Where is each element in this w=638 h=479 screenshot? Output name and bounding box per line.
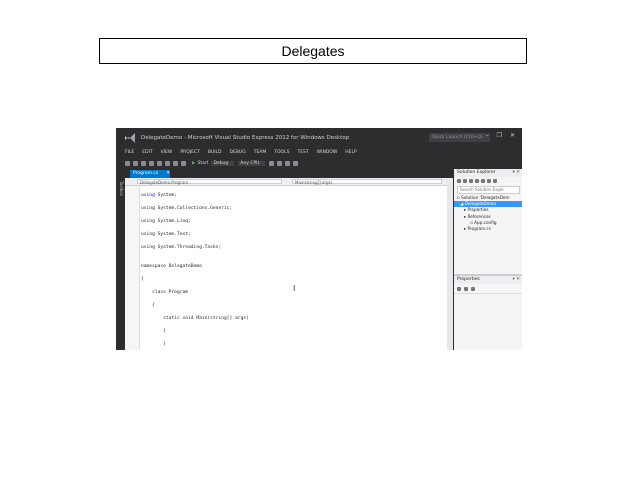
forward-icon[interactable]: [133, 160, 138, 166]
find-icon[interactable]: [269, 160, 275, 166]
menu-bar: FILE EDIT VIEW PROJECT BUILD DEBUG TEAM …: [116, 148, 522, 157]
solution-explorer-empty-area: [454, 232, 522, 276]
close-tab-icon[interactable]: ✕: [166, 171, 170, 176]
collapse-all-icon[interactable]: [487, 179, 491, 183]
menu-test[interactable]: TEST: [297, 150, 308, 155]
code-line: {: [141, 329, 166, 334]
configuration-select[interactable]: Debug: [211, 160, 235, 166]
back-icon[interactable]: [125, 160, 130, 166]
alphabetical-icon[interactable]: [464, 286, 468, 291]
solution-explorer-search[interactable]: Search Solution Explo: [457, 186, 520, 194]
panel-options-icon[interactable]: ▾ ✕: [513, 276, 520, 284]
menu-help[interactable]: HELP: [345, 150, 356, 155]
slide-title: Delegates: [99, 38, 527, 64]
refresh-icon[interactable]: [481, 179, 485, 183]
back-icon[interactable]: [457, 179, 461, 183]
tab-label: Program.cs: [133, 171, 159, 176]
vs-window-title: DelegateDemo - Microsoft Visual Studio E…: [141, 135, 350, 141]
menu-team[interactable]: TEAM: [254, 150, 267, 155]
code-line: using System.Text;: [141, 231, 191, 237]
visual-studio-screenshot: DelegateDemo - Microsoft Visual Studio E…: [116, 128, 522, 350]
properties-header: Properties ▾ ✕: [454, 275, 522, 285]
code-line: using System;: [141, 192, 177, 198]
properties-icon[interactable]: [493, 179, 497, 183]
menu-project[interactable]: PROJECT: [180, 150, 199, 155]
toolbox-strip[interactable]: Toolbox: [116, 169, 125, 350]
code-line: using System.Linq;: [141, 218, 191, 224]
panel-options-icon[interactable]: ▾ ✕: [513, 169, 520, 177]
bookmark-icon[interactable]: [277, 160, 283, 166]
solution-explorer-header: Solution Explorer ▾ ✕: [454, 169, 522, 177]
save-icon[interactable]: [157, 160, 162, 166]
code-line: {: [141, 303, 155, 308]
save-all-icon[interactable]: [165, 160, 170, 166]
menu-debug[interactable]: DEBUG: [230, 150, 246, 155]
menu-build[interactable]: BUILD: [208, 150, 222, 155]
code-line: }: [141, 342, 166, 347]
code-line: using System.Threading.Tasks;: [141, 244, 222, 250]
code-listing: using System; using System.Collections.G…: [141, 186, 249, 350]
type-dropdown[interactable]: DelegateDemo.Program: [137, 179, 282, 185]
document-tab-well: Program.cs ✕: [125, 169, 453, 178]
menu-file[interactable]: FILE: [125, 150, 134, 155]
ibeam-cursor-icon: I: [293, 284, 296, 293]
forward-icon[interactable]: [463, 179, 467, 183]
undo-icon[interactable]: [173, 160, 178, 166]
properties-toolbar: [454, 284, 522, 295]
start-debugging-button[interactable]: Start: [192, 161, 208, 166]
code-line: class Program: [141, 290, 189, 295]
code-line: {: [141, 277, 144, 282]
tab-program-cs[interactable]: Program.cs ✕: [130, 170, 170, 178]
toolbox-label: Toolbox: [119, 181, 124, 196]
categorized-icon[interactable]: [457, 286, 461, 291]
menu-edit[interactable]: EDIT: [142, 150, 152, 155]
menu-view[interactable]: VIEW: [161, 150, 173, 155]
menu-tools[interactable]: TOOLS: [274, 150, 289, 155]
standard-toolbar: Start Debug Any CPU: [116, 157, 522, 169]
home-icon[interactable]: [469, 179, 473, 183]
comment-icon[interactable]: [285, 160, 291, 166]
member-dropdown[interactable]: Main(string[] args): [292, 179, 442, 185]
solution-explorer-toolbar: [454, 177, 522, 185]
navigation-bar: DelegateDemo.Program Main(string[] args): [125, 178, 453, 186]
uncomment-icon[interactable]: [293, 160, 299, 166]
window-controls[interactable]: – ❐ ✕: [486, 132, 518, 139]
quick-launch-input[interactable]: Quick Launch (Ctrl+Q): [429, 133, 490, 142]
redo-icon[interactable]: [181, 160, 186, 166]
code-line: namespace DelegateDemo: [141, 264, 202, 269]
properties-title: Properties: [457, 277, 480, 283]
sync-icon[interactable]: [475, 179, 479, 183]
editor-gutter: [125, 186, 140, 350]
code-line: using System.Collections.Generic;: [141, 205, 233, 211]
solution-explorer-title: Solution Explorer: [457, 170, 496, 175]
wrench-icon[interactable]: [471, 286, 475, 291]
visual-studio-logo-icon: [125, 133, 135, 143]
open-file-icon[interactable]: [149, 160, 154, 166]
new-project-icon[interactable]: [141, 160, 146, 166]
code-editor[interactable]: DelegateDemo.Program Main(string[] args)…: [125, 178, 453, 350]
code-text-area[interactable]: using System; using System.Collections.G…: [125, 186, 453, 350]
right-tool-windows: Solution Explorer ▾ ✕ Search Solution Ex…: [453, 169, 522, 350]
platform-select[interactable]: Any CPU: [238, 160, 266, 166]
menu-window[interactable]: WINDOW: [317, 150, 338, 155]
code-line: static void Main(string[] args): [141, 316, 249, 321]
